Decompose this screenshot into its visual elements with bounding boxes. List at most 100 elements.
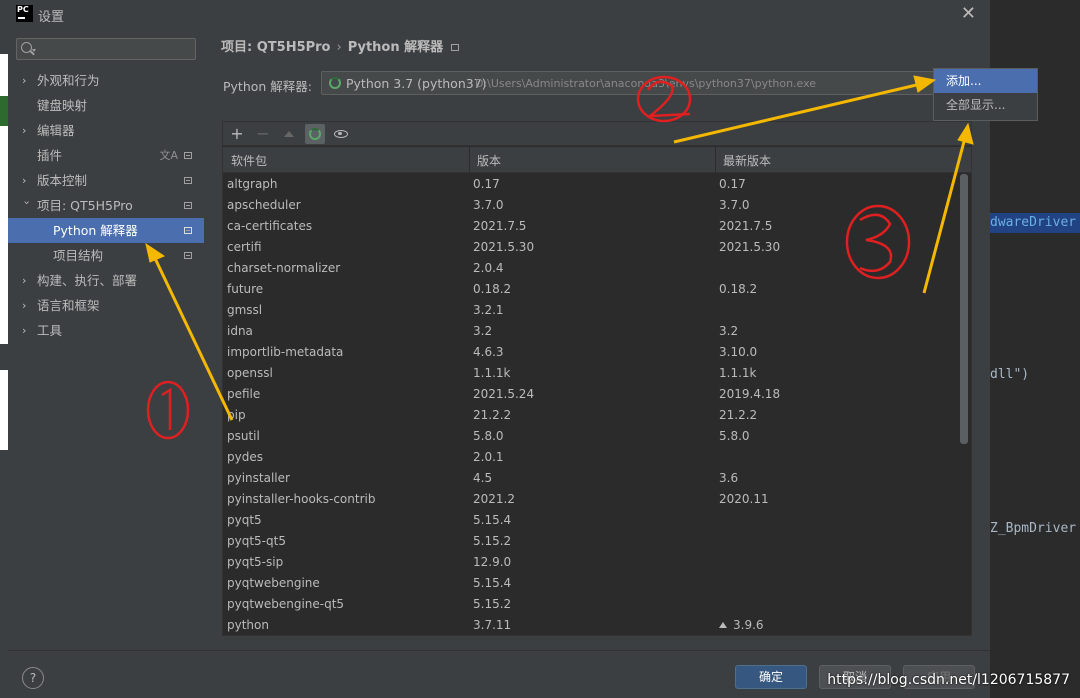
- sidebar-item-editor[interactable]: › 编辑器: [8, 118, 204, 143]
- chevron-right-icon: ›: [22, 124, 27, 137]
- table-row[interactable]: pyinstaller-hooks-contrib 2021.2 2020.11: [223, 489, 959, 510]
- package-name-cell: pyqtwebengine: [227, 576, 320, 590]
- package-name-cell: pyqt5-sip: [227, 555, 284, 569]
- table-row[interactable]: pyqtwebengine-qt5 5.15.2: [223, 594, 959, 615]
- package-latest-cell: 2021.7.5: [719, 219, 773, 233]
- table-row[interactable]: pefile 2021.5.24 2019.4.18: [223, 384, 959, 405]
- project-scope-icon: [184, 252, 192, 259]
- package-name-cell: openssl: [227, 366, 273, 380]
- table-row[interactable]: pip 21.2.2 21.2.2: [223, 405, 959, 426]
- menu-item-add[interactable]: 添加...: [934, 69, 1037, 93]
- breadcrumb-project[interactable]: 项目: QT5H5Pro: [221, 36, 331, 55]
- table-row[interactable]: certifi 2021.5.30 2021.5.30: [223, 237, 959, 258]
- table-row[interactable]: openssl 1.1.1k 1.1.1k: [223, 363, 959, 384]
- settings-tree: › 外观和行为 键盘映射 › 编辑器 插件 文A › 版本控制 › 项目: QT…: [8, 68, 204, 343]
- table-row[interactable]: importlib-metadata 4.6.3 3.10.0: [223, 342, 959, 363]
- package-name-cell: python: [227, 618, 269, 632]
- pycharm-icon: PC: [16, 5, 33, 22]
- package-toolbar: + −: [223, 122, 971, 146]
- package-version-cell: 4.6.3: [473, 345, 504, 359]
- package-name-cell: pip: [227, 408, 246, 422]
- package-latest-cell: 3.10.0: [719, 345, 758, 359]
- translate-icon: 文A: [159, 149, 178, 162]
- background-window-edge: [0, 0, 8, 698]
- sidebar-item-project-structure[interactable]: 项目结构: [8, 243, 204, 268]
- upgrade-available-icon: [719, 622, 727, 628]
- package-panel: + − 软件包 版本 最新版本 altgraph 0.17 0.17 apschedu…: [222, 121, 972, 636]
- chevron-right-icon: ›: [22, 74, 27, 87]
- package-version-cell: 0.17: [473, 177, 500, 191]
- sidebar-item-label: 插件: [37, 148, 63, 163]
- interpreter-select[interactable]: Python 3.7 (python37) D:\Users\Administr…: [321, 71, 937, 95]
- package-latest-text: 3.9.6: [733, 618, 764, 632]
- package-version-cell: 2.0.1: [473, 450, 504, 464]
- ok-button[interactable]: 确定: [735, 665, 807, 689]
- table-row[interactable]: altgraph 0.17 0.17: [223, 174, 959, 195]
- sidebar-item-appearance[interactable]: › 外观和行为: [8, 68, 204, 93]
- settings-dialog: PC 设置 ✕ › 外观和行为 键盘映射 › 编辑器 插件 文A › 版本控制 …: [8, 0, 990, 698]
- table-row[interactable]: pyqt5-sip 12.9.0: [223, 552, 959, 573]
- add-package-button[interactable]: +: [227, 124, 247, 144]
- remove-package-button[interactable]: −: [253, 124, 273, 144]
- table-row[interactable]: charset-normalizer 2.0.4: [223, 258, 959, 279]
- table-row[interactable]: python 3.7.11 3.9.6: [223, 615, 959, 636]
- column-divider: [469, 147, 470, 172]
- table-row[interactable]: idna 3.2 3.2: [223, 321, 959, 342]
- package-version-cell: 3.7.0: [473, 198, 504, 212]
- sidebar-item-python-interpreter[interactable]: Python 解释器: [8, 218, 204, 243]
- python-env-icon: [329, 77, 341, 89]
- sidebar-item-keymap[interactable]: 键盘映射: [8, 93, 204, 118]
- menu-item-show-all[interactable]: 全部显示...: [934, 93, 1037, 117]
- conda-icon: [309, 128, 321, 140]
- package-version-cell: 5.8.0: [473, 429, 504, 443]
- sidebar-item-label: 语言和框架: [37, 298, 100, 313]
- table-row[interactable]: pyinstaller 4.5 3.6: [223, 468, 959, 489]
- package-version-cell: 5.15.4: [473, 576, 512, 590]
- help-button[interactable]: ?: [22, 667, 44, 689]
- package-latest-cell: 2021.5.30: [719, 240, 781, 254]
- sidebar-item-label: 工具: [37, 323, 63, 338]
- chevron-right-icon: ›: [22, 274, 27, 287]
- sidebar-item-plugins[interactable]: 插件 文A: [8, 143, 204, 168]
- package-version-cell: 3.7.11: [473, 618, 512, 632]
- chevron-down-icon: [32, 49, 36, 52]
- project-scope-icon: [184, 227, 192, 234]
- package-version-cell: 2021.7.5: [473, 219, 527, 233]
- table-row[interactable]: pyqt5 5.15.4: [223, 510, 959, 531]
- sidebar-item-build[interactable]: › 构建、执行、部署: [8, 268, 204, 293]
- scrollbar[interactable]: [960, 174, 968, 444]
- close-icon[interactable]: ✕: [961, 3, 976, 24]
- sidebar-item-label: 项目结构: [53, 248, 104, 263]
- package-version-cell: 1.1.1k: [473, 366, 511, 380]
- package-latest-cell: 3.6: [719, 471, 739, 485]
- package-version-cell: 5.15.2: [473, 597, 512, 611]
- column-header-package[interactable]: 软件包: [231, 152, 267, 169]
- chevron-down-icon: ›: [20, 200, 34, 205]
- table-row[interactable]: pyqtwebengine 5.15.4: [223, 573, 959, 594]
- table-row[interactable]: psutil 5.8.0 5.8.0: [223, 426, 959, 447]
- chevron-down-icon[interactable]: [920, 81, 930, 87]
- column-header-latest[interactable]: 最新版本: [723, 152, 771, 169]
- package-version-cell: 3.2.1: [473, 303, 504, 317]
- use-conda-button[interactable]: [305, 124, 325, 144]
- watermark: https://blog.csdn.net/l1206715877: [827, 672, 1070, 688]
- column-header-version[interactable]: 版本: [477, 152, 501, 169]
- search-input[interactable]: [16, 38, 196, 60]
- table-row[interactable]: gmssl 3.2.1: [223, 300, 959, 321]
- package-latest-cell: 2019.4.18: [719, 387, 781, 401]
- sidebar-item-tools[interactable]: › 工具: [8, 318, 204, 343]
- sidebar-item-languages[interactable]: › 语言和框架: [8, 293, 204, 318]
- package-version-cell: 2.0.4: [473, 261, 504, 275]
- sidebar-item-project[interactable]: › 项目: QT5H5Pro: [8, 193, 204, 218]
- sidebar-item-vcs[interactable]: › 版本控制: [8, 168, 204, 193]
- upgrade-package-button[interactable]: [279, 124, 299, 144]
- package-table-body: altgraph 0.17 0.17 apscheduler 3.7.0 3.7.0 ca-…: [223, 174, 959, 636]
- table-row[interactable]: ca-certificates 2021.7.5 2021.7.5: [223, 216, 959, 237]
- chevron-right-icon: ›: [22, 324, 27, 337]
- table-row[interactable]: pydes 2.0.1: [223, 447, 959, 468]
- show-early-releases-button[interactable]: [331, 124, 351, 144]
- table-row[interactable]: apscheduler 3.7.0 3.7.0: [223, 195, 959, 216]
- sidebar-item-label: 键盘映射: [37, 98, 88, 113]
- table-row[interactable]: future 0.18.2 0.18.2: [223, 279, 959, 300]
- table-row[interactable]: pyqt5-qt5 5.15.2: [223, 531, 959, 552]
